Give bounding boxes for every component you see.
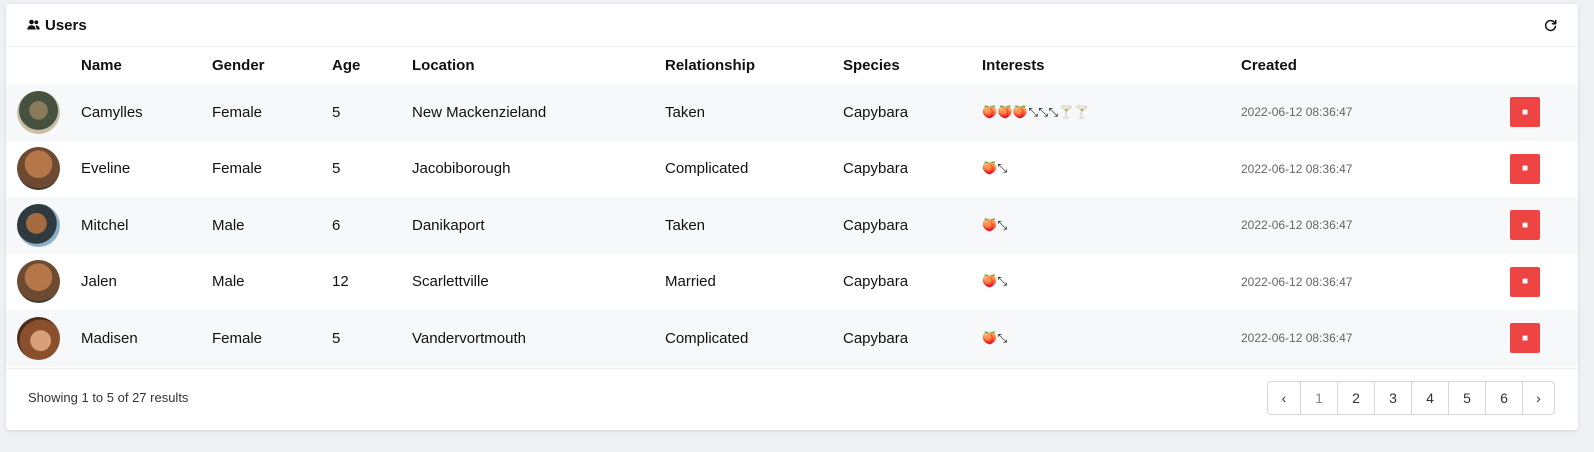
user-species: Capybara bbox=[843, 273, 909, 291]
user-species: Capybara bbox=[843, 103, 909, 121]
table-row: Camylles Female 5 New Mackenzieland Take… bbox=[6, 84, 1578, 141]
user-location: Jacobiborough bbox=[412, 160, 511, 178]
user-created: 2022-06-12 08:36:47 bbox=[1241, 218, 1353, 233]
user-gender: Female bbox=[212, 103, 263, 121]
user-name: Mitchel bbox=[81, 216, 129, 234]
card-header: Users bbox=[6, 4, 1578, 47]
page-button-3[interactable]: 3 bbox=[1374, 381, 1411, 414]
avatar bbox=[17, 203, 60, 247]
trash-icon: ■ bbox=[1521, 276, 1529, 288]
user-age: 5 bbox=[332, 329, 341, 347]
page-title: Users bbox=[27, 17, 87, 34]
trash-icon: ■ bbox=[1521, 219, 1529, 231]
user-created: 2022-06-12 08:36:47 bbox=[1241, 161, 1353, 176]
column-header-gender[interactable]: Gender bbox=[212, 47, 332, 84]
user-species: Capybara bbox=[843, 329, 909, 347]
delete-button[interactable]: ■ bbox=[1510, 266, 1540, 297]
user-location: Danikaport bbox=[412, 216, 485, 234]
delete-button[interactable]: ■ bbox=[1510, 97, 1540, 128]
user-interests: 🍑⤡ bbox=[982, 217, 1008, 232]
page-button-5[interactable]: 5 bbox=[1448, 381, 1485, 414]
column-header-relationship[interactable]: Relationship bbox=[665, 47, 843, 84]
delete-button[interactable]: ■ bbox=[1510, 210, 1540, 241]
avatar bbox=[17, 260, 60, 304]
user-name: Madisen bbox=[81, 329, 138, 347]
title-label: Users bbox=[45, 16, 87, 34]
user-interests: 🍑⤡ bbox=[982, 274, 1008, 289]
delete-button[interactable]: ■ bbox=[1510, 153, 1540, 184]
user-interests: 🍑🍑🍑⤡⤡⤡🍸🍸 bbox=[982, 104, 1090, 119]
user-gender: Male bbox=[212, 216, 245, 234]
user-age: 6 bbox=[332, 216, 341, 234]
delete-button[interactable]: ■ bbox=[1510, 323, 1540, 354]
users-icon bbox=[27, 17, 40, 34]
avatar bbox=[17, 147, 60, 191]
user-relationship: Taken bbox=[665, 103, 706, 121]
user-relationship: Complicated bbox=[665, 329, 749, 347]
user-location: Scarlettville bbox=[412, 273, 489, 291]
avatar-column-header bbox=[6, 47, 81, 84]
user-created: 2022-06-12 08:36:47 bbox=[1241, 274, 1353, 289]
column-header-interests[interactable]: Interests bbox=[982, 47, 1241, 84]
user-species: Capybara bbox=[843, 160, 909, 178]
user-relationship: Complicated bbox=[665, 160, 749, 178]
user-created: 2022-06-12 08:36:47 bbox=[1241, 105, 1353, 120]
results-summary: Showing 1 to 5 of 27 results bbox=[28, 390, 189, 405]
avatar bbox=[17, 316, 60, 360]
actions-column-header bbox=[1500, 47, 1578, 84]
user-relationship: Taken bbox=[665, 216, 706, 234]
user-age: 5 bbox=[332, 160, 341, 178]
user-name: Jalen bbox=[81, 273, 117, 291]
user-gender: Female bbox=[212, 160, 263, 178]
user-gender: Male bbox=[212, 273, 245, 291]
table-footer: Showing 1 to 5 of 27 results ‹ 1 2 3 4 5… bbox=[6, 368, 1578, 426]
column-header-location[interactable]: Location bbox=[412, 47, 665, 84]
next-page-button[interactable]: › bbox=[1522, 381, 1554, 414]
user-interests: 🍑⤡ bbox=[982, 161, 1008, 176]
page-button-2[interactable]: 2 bbox=[1337, 381, 1374, 414]
table-row: Madisen Female 5 Vandervortmouth Complic… bbox=[6, 310, 1578, 367]
user-relationship: Married bbox=[665, 273, 716, 291]
user-interests: 🍑⤡ bbox=[982, 330, 1008, 345]
page-button-4[interactable]: 4 bbox=[1411, 381, 1448, 414]
users-table: Name Gender Age Location Relationship Sp… bbox=[6, 47, 1578, 367]
user-gender: Female bbox=[212, 329, 263, 347]
page-button-1[interactable]: 1 bbox=[1300, 381, 1337, 414]
refresh-icon[interactable] bbox=[1542, 17, 1558, 33]
column-header-age[interactable]: Age bbox=[332, 47, 412, 84]
user-name: Camylles bbox=[81, 103, 143, 121]
trash-icon: ■ bbox=[1521, 332, 1529, 344]
table-row: Eveline Female 5 Jacobiborough Complicat… bbox=[6, 140, 1578, 197]
prev-page-button[interactable]: ‹ bbox=[1268, 382, 1300, 414]
column-header-species[interactable]: Species bbox=[843, 47, 982, 84]
user-age: 12 bbox=[332, 273, 349, 291]
column-header-created[interactable]: Created bbox=[1241, 47, 1500, 84]
user-species: Capybara bbox=[843, 216, 909, 234]
user-location: New Mackenzieland bbox=[412, 103, 547, 121]
user-name: Eveline bbox=[81, 160, 131, 178]
user-age: 5 bbox=[332, 103, 341, 121]
table-row: Mitchel Male 6 Danikaport Taken Capybara… bbox=[6, 197, 1578, 254]
user-created: 2022-06-12 08:36:47 bbox=[1241, 331, 1353, 346]
trash-icon: ■ bbox=[1521, 106, 1529, 118]
table-header-row: Name Gender Age Location Relationship Sp… bbox=[6, 47, 1578, 84]
table-row: Jalen Male 12 Scarlettville Married Capy… bbox=[6, 253, 1578, 310]
column-header-name[interactable]: Name bbox=[81, 47, 212, 84]
users-card: Users Name Gender Age Location Relations… bbox=[6, 4, 1578, 430]
page-button-6[interactable]: 6 bbox=[1485, 381, 1522, 414]
avatar bbox=[17, 90, 60, 134]
trash-icon: ■ bbox=[1521, 163, 1529, 175]
pagination: ‹ 1 2 3 4 5 6 › bbox=[1267, 380, 1555, 415]
user-location: Vandervortmouth bbox=[412, 329, 526, 347]
